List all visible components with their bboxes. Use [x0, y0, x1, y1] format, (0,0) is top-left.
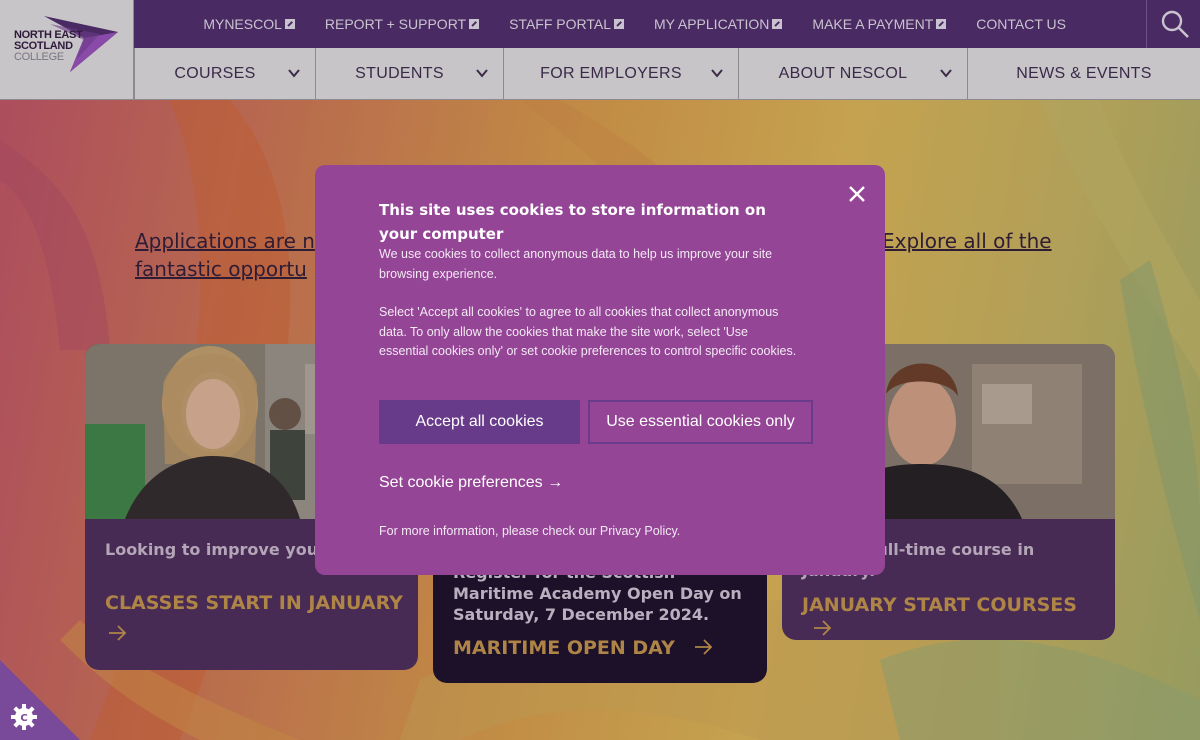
nav-about-nescol[interactable]: ABOUT NESCOL: [738, 48, 967, 100]
cookie-settings-widget[interactable]: C: [0, 660, 80, 740]
search-button[interactable]: [1146, 0, 1200, 48]
nav-courses[interactable]: COURSES: [134, 48, 315, 100]
svg-text:C: C: [20, 713, 27, 724]
nav-label: COURSES: [174, 65, 256, 82]
cookie-gear-icon: C: [11, 704, 37, 730]
accept-all-cookies-button[interactable]: Accept all cookies: [379, 400, 580, 444]
top-link-mynescol[interactable]: MYNESCOL: [203, 16, 295, 32]
external-link-icon: [469, 19, 480, 29]
nav-label: FOR EMPLOYERS: [540, 65, 682, 82]
chevron-down-icon: [476, 69, 488, 78]
nav-label: STUDENTS: [355, 65, 444, 82]
cookie-dialog-text: Select 'Accept all cookies' to agree to …: [379, 305, 797, 358]
main-navigation: COURSES STUDENTS FOR EMPLOYERS ABOUT NES…: [134, 48, 1200, 100]
top-link-staff-portal[interactable]: STAFF PORTAL: [509, 16, 625, 32]
external-link-icon: [936, 19, 947, 29]
external-link-icon: [772, 19, 783, 29]
top-link-report-support[interactable]: REPORT + SUPPORT: [325, 16, 480, 32]
chevron-down-icon: [711, 69, 723, 78]
top-link-contact-us[interactable]: CONTACT US: [976, 16, 1066, 32]
cookie-consent-dialog: This site uses cookies to store informat…: [315, 165, 885, 575]
cookie-preferences-link[interactable]: Set cookie preferences →: [379, 474, 563, 492]
nav-for-employers[interactable]: FOR EMPLOYERS: [503, 48, 738, 100]
nav-news-events[interactable]: NEWS & EVENTS: [967, 48, 1200, 100]
close-icon[interactable]: [845, 182, 869, 206]
external-link-icon: [614, 19, 625, 29]
privacy-policy-text[interactable]: For more information, please check our P…: [379, 524, 680, 538]
cookie-dialog-text: We use cookies to collect anonymous data…: [379, 247, 773, 281]
essential-cookies-button[interactable]: Use essential cookies only: [588, 400, 813, 444]
site-header: NORTH EAST SCOTLAND COLLEGE MYNESCOL REP…: [0, 0, 1200, 100]
top-link-my-application[interactable]: MY APPLICATION: [654, 16, 783, 32]
logo-wordmark: NORTH EAST SCOTLAND COLLEGE: [14, 29, 83, 63]
cookie-dialog-title: This site uses cookies to store informat…: [379, 201, 766, 243]
chevron-down-icon: [940, 69, 952, 78]
college-logo[interactable]: NORTH EAST SCOTLAND COLLEGE: [0, 0, 134, 100]
external-link-icon: [284, 19, 295, 29]
chevron-down-icon: [288, 69, 300, 78]
utility-bar: MYNESCOL REPORT + SUPPORT STAFF PORTAL M…: [134, 0, 1146, 48]
nav-label: ABOUT NESCOL: [778, 65, 908, 82]
search-icon: [1161, 10, 1189, 38]
nav-label: NEWS & EVENTS: [1016, 65, 1152, 82]
top-link-make-payment[interactable]: MAKE A PAYMENT: [812, 16, 947, 32]
nav-students[interactable]: STUDENTS: [315, 48, 503, 100]
